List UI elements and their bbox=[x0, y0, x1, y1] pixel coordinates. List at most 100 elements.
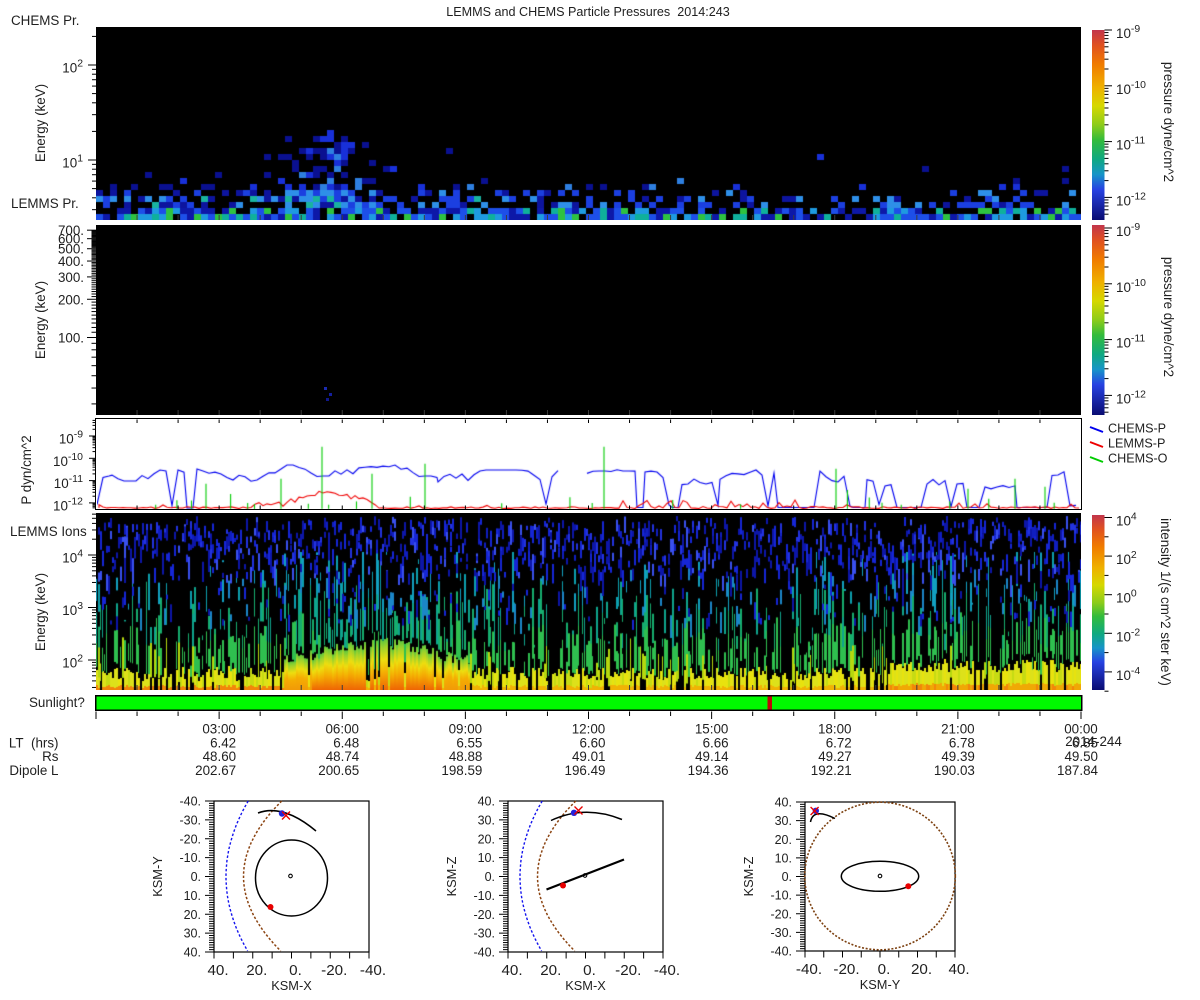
svg-text:100: 100 bbox=[1116, 589, 1137, 606]
svg-text:CHEMS-P: CHEMS-P bbox=[1108, 422, 1166, 436]
svg-text:20.: 20. bbox=[478, 832, 495, 846]
svg-text:194.36: 194.36 bbox=[688, 763, 729, 778]
svg-text:49.27: 49.27 bbox=[818, 749, 852, 764]
svg-text:KSM-X: KSM-X bbox=[271, 978, 312, 993]
svg-text:10-2: 10-2 bbox=[1116, 627, 1140, 644]
svg-text:-10.: -10. bbox=[179, 851, 201, 865]
svg-text:200.65: 200.65 bbox=[318, 763, 359, 778]
svg-text:196.49: 196.49 bbox=[565, 763, 606, 778]
svg-text:intensity 1/(s cm^2 ster keV): intensity 1/(s cm^2 ster keV) bbox=[1158, 518, 1173, 686]
svg-text:Sunlight?: Sunlight? bbox=[29, 695, 85, 710]
svg-text:06:00: 06:00 bbox=[325, 722, 359, 737]
svg-text:18:00: 18:00 bbox=[818, 722, 852, 737]
svg-text:198.59: 198.59 bbox=[441, 763, 482, 778]
svg-text:102: 102 bbox=[62, 654, 83, 671]
svg-text:700.: 700. bbox=[58, 223, 84, 238]
svg-text:-20.: -20. bbox=[179, 832, 201, 846]
svg-text:30.: 30. bbox=[478, 813, 495, 827]
svg-text:CHEMS-O: CHEMS-O bbox=[1108, 452, 1168, 466]
svg-text:10-12: 10-12 bbox=[1116, 389, 1146, 406]
svg-text:0.: 0. bbox=[191, 870, 201, 884]
svg-text:LEMMS and CHEMS Particle Press: LEMMS and CHEMS Particle Pressures 2014:… bbox=[446, 5, 729, 19]
svg-text:CHEMS Pr.: CHEMS Pr. bbox=[11, 13, 79, 28]
svg-text:40.: 40. bbox=[501, 962, 522, 979]
svg-text:20.: 20. bbox=[540, 962, 561, 979]
svg-text:40.: 40. bbox=[948, 961, 969, 978]
svg-text:Energy (keV): Energy (keV) bbox=[33, 84, 48, 162]
svg-text:10-9: 10-9 bbox=[59, 430, 83, 447]
svg-text:10-11: 10-11 bbox=[54, 474, 83, 491]
svg-text:09:00: 09:00 bbox=[449, 722, 483, 737]
svg-text:10.: 10. bbox=[478, 851, 495, 865]
svg-text:KSM-Z: KSM-Z bbox=[741, 856, 756, 896]
svg-text:0.: 0. bbox=[878, 961, 891, 978]
svg-text:10-10: 10-10 bbox=[1116, 278, 1146, 295]
svg-text:-40.: -40. bbox=[796, 961, 822, 978]
svg-text:10.: 10. bbox=[775, 851, 792, 865]
svg-text:10-12: 10-12 bbox=[1116, 191, 1146, 208]
svg-text:104: 104 bbox=[1116, 512, 1137, 529]
svg-text:48.88: 48.88 bbox=[449, 749, 483, 764]
svg-text:-30.: -30. bbox=[473, 927, 495, 941]
svg-text:0.: 0. bbox=[583, 962, 596, 979]
svg-text:pressure dyne/cm^2: pressure dyne/cm^2 bbox=[1161, 257, 1176, 377]
svg-text:2014-244: 2014-244 bbox=[1065, 734, 1122, 749]
svg-text:192.21: 192.21 bbox=[811, 763, 852, 778]
svg-text:10-11: 10-11 bbox=[1116, 136, 1145, 153]
svg-text:KSM-Y: KSM-Y bbox=[860, 977, 901, 992]
svg-text:49.39: 49.39 bbox=[941, 749, 975, 764]
svg-text:10-10: 10-10 bbox=[53, 452, 83, 469]
svg-text:48.60: 48.60 bbox=[203, 749, 237, 764]
svg-text:12:00: 12:00 bbox=[572, 722, 606, 737]
svg-text:20.: 20. bbox=[246, 962, 267, 979]
svg-text:KSM-Y: KSM-Y bbox=[150, 856, 165, 897]
svg-text:Rs: Rs bbox=[42, 749, 59, 764]
svg-text:-40.: -40. bbox=[770, 945, 792, 959]
svg-text:49.50: 49.50 bbox=[1064, 749, 1098, 764]
svg-text:20.: 20. bbox=[911, 961, 932, 978]
svg-text:KSM-Z: KSM-Z bbox=[444, 856, 459, 896]
svg-text:101: 101 bbox=[62, 154, 83, 171]
svg-text:Energy (keV): Energy (keV) bbox=[33, 573, 48, 651]
svg-text:10-11: 10-11 bbox=[1116, 334, 1145, 351]
svg-text:10-4: 10-4 bbox=[1116, 666, 1140, 683]
svg-text:P dyn/cm^2: P dyn/cm^2 bbox=[19, 435, 34, 504]
svg-text:-20.: -20. bbox=[321, 962, 347, 979]
svg-text:pressure dyne/cm^2: pressure dyne/cm^2 bbox=[1161, 62, 1176, 182]
svg-text:40.: 40. bbox=[207, 962, 228, 979]
svg-text:300.: 300. bbox=[58, 270, 84, 285]
svg-text:15:00: 15:00 bbox=[695, 722, 729, 737]
svg-text:49.14: 49.14 bbox=[695, 749, 729, 764]
svg-text:-30.: -30. bbox=[179, 813, 201, 827]
svg-text:202.67: 202.67 bbox=[195, 763, 236, 778]
svg-text:-20.: -20. bbox=[833, 961, 859, 978]
svg-text:104: 104 bbox=[62, 549, 83, 566]
svg-text:49.01: 49.01 bbox=[572, 749, 606, 764]
svg-text:-10.: -10. bbox=[473, 889, 495, 903]
svg-text:10.: 10. bbox=[184, 889, 201, 903]
svg-text:-20.: -20. bbox=[615, 962, 641, 979]
svg-text:103: 103 bbox=[62, 601, 83, 618]
svg-text:40.: 40. bbox=[478, 795, 495, 809]
svg-text:10-9: 10-9 bbox=[1116, 24, 1140, 41]
svg-text:102: 102 bbox=[1116, 550, 1137, 567]
svg-text:30.: 30. bbox=[775, 814, 792, 828]
svg-text:200.: 200. bbox=[58, 292, 84, 307]
svg-text:10-12: 10-12 bbox=[53, 496, 83, 513]
svg-text:0.: 0. bbox=[485, 870, 495, 884]
svg-text:-40.: -40. bbox=[473, 946, 495, 960]
svg-text:LEMMS-P: LEMMS-P bbox=[1108, 437, 1165, 451]
svg-text:Dipole L: Dipole L bbox=[9, 763, 58, 778]
svg-text:-40.: -40. bbox=[360, 962, 386, 979]
svg-text:48.74: 48.74 bbox=[326, 749, 360, 764]
svg-text:Energy (keV): Energy (keV) bbox=[33, 281, 48, 359]
svg-text:LEMMS Ions: LEMMS Ions bbox=[10, 524, 87, 539]
svg-text:30.: 30. bbox=[184, 927, 201, 941]
svg-text:-30.: -30. bbox=[770, 926, 792, 940]
svg-text:KSM-X: KSM-X bbox=[565, 978, 606, 993]
svg-text:100.: 100. bbox=[58, 331, 84, 346]
svg-text:21:00: 21:00 bbox=[941, 722, 975, 737]
svg-text:LEMMS Pr.: LEMMS Pr. bbox=[11, 196, 79, 211]
svg-text:-10.: -10. bbox=[770, 889, 792, 903]
svg-text:0.: 0. bbox=[289, 962, 302, 979]
